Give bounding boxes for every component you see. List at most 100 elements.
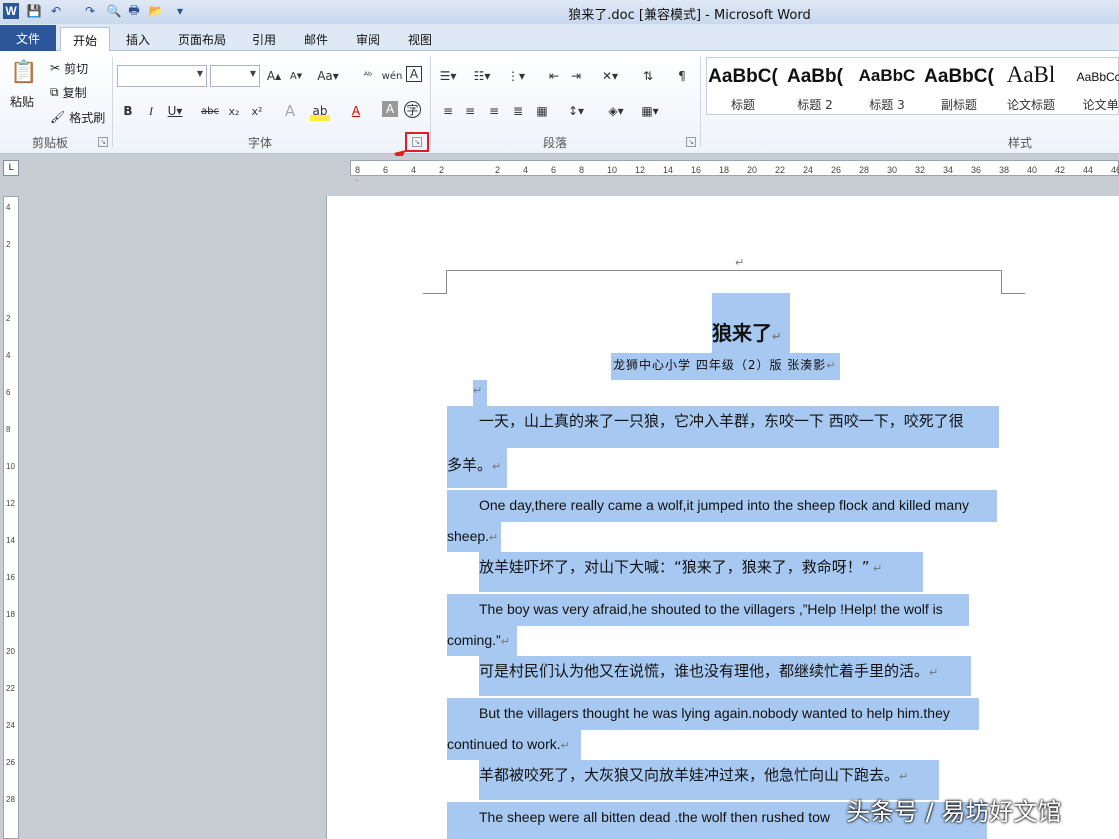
tab-insert[interactable]: 插入: [118, 27, 158, 51]
tab-references[interactable]: 引用: [244, 27, 284, 51]
ruler-tick: 14: [663, 165, 674, 175]
ruler-tick: 46: [1111, 165, 1119, 175]
format-painter-button[interactable]: 🖌 格式刷: [50, 107, 105, 127]
align-left-icon[interactable]: ≡: [438, 101, 458, 121]
paste-button[interactable]: 粘贴: [10, 91, 34, 111]
character-border-icon[interactable]: A: [406, 66, 422, 82]
ruler-tick: 4: [411, 165, 417, 175]
tab-mailings[interactable]: 邮件: [296, 27, 336, 51]
tab-home[interactable]: 开始: [60, 27, 110, 52]
sort-icon[interactable]: ⇅: [638, 66, 658, 86]
font-name-combo[interactable]: ▼: [117, 65, 207, 87]
font-color-icon[interactable]: A: [346, 101, 366, 121]
style-heading-3[interactable]: AaBbC 标题 3: [851, 58, 923, 116]
tab-review[interactable]: 审阅: [348, 27, 388, 51]
ruler-tick: 2: [6, 240, 11, 249]
multilevel-list-icon[interactable]: ⋮▾: [506, 66, 526, 86]
decrease-indent-icon[interactable]: ⇤: [544, 66, 564, 86]
ruler-tick: 20: [747, 165, 758, 175]
style-name: 标题 3: [869, 98, 905, 112]
ruler-tick: 18: [6, 610, 15, 619]
ruler-tick: 22: [6, 684, 15, 693]
style-title[interactable]: AaBbC(标题: [707, 58, 779, 116]
justify-icon[interactable]: ≣: [508, 101, 528, 121]
enclose-character-icon[interactable]: 字: [404, 101, 421, 118]
paragraph-en-2a: The boy was very afraid,he shouted to th…: [447, 594, 969, 626]
grow-font-icon[interactable]: A ▲: [264, 66, 284, 86]
show-marks-icon[interactable]: ¶: [672, 66, 692, 86]
style-subtitle[interactable]: AaBbC( 副标题: [923, 58, 995, 116]
doc-subtitle: 龙狮中心小学 四年级（2）版 张湊影↵: [611, 353, 841, 380]
vertical-ruler[interactable]: 4 2 2 4 6 8 10 12 14 16 18 20 22 24 26 28: [3, 196, 19, 839]
change-case-icon[interactable]: Aa▾: [317, 66, 339, 86]
align-center-icon[interactable]: ≡: [460, 101, 480, 121]
strikethrough-icon[interactable]: abc: [200, 101, 220, 121]
cut-button[interactable]: ✂ 剪切: [50, 58, 88, 78]
scissors-icon: ✂: [50, 61, 61, 75]
style-preview: AaBbC(: [924, 66, 994, 87]
text: 羊都被咬死了，大灰狼又向放羊娃冲过来，他急忙向山下跑去。: [479, 766, 900, 784]
text: But the villagers thought he was lying a…: [479, 705, 950, 721]
phonetic-guide-icon[interactable]: wén: [382, 66, 403, 86]
clipboard-launcher-icon[interactable]: ↘: [98, 137, 108, 147]
watermark: 头条号 / 易坊好文馆: [846, 798, 1062, 826]
ruler-tick: 8: [6, 425, 11, 434]
highlight-icon[interactable]: ab: [310, 101, 330, 121]
tab-page-layout[interactable]: 页面布局: [170, 27, 234, 51]
distributed-icon[interactable]: ▦: [532, 101, 552, 121]
line-spacing-icon[interactable]: ↕▾: [566, 101, 586, 121]
style-thesis-title[interactable]: AaBl 论文标题: [995, 58, 1067, 116]
paragraph-en-2b: coming.”↵: [447, 626, 517, 656]
italic-icon[interactable]: I: [141, 101, 161, 121]
brush-icon: 🖌: [50, 110, 66, 124]
chinese-layout-icon[interactable]: ✕▾: [600, 66, 620, 86]
style-preview: AaBb(: [787, 66, 843, 87]
numbering-icon[interactable]: ☷▾: [472, 66, 492, 86]
style-name: 标题: [730, 98, 755, 112]
ruler-tick: 8: [355, 165, 361, 175]
shrink-font-icon[interactable]: A ▼: [286, 66, 306, 86]
chevron-down-icon: ▼: [249, 69, 256, 78]
document-page[interactable]: ↵ 狼来了↵ 龙狮中心小学 四年级（2）版 张湊影↵ ↵ 一天，山上真的来了一只…: [326, 196, 1119, 839]
ruler-tick: 34: [943, 165, 954, 175]
character-shading-icon[interactable]: A: [382, 101, 398, 117]
borders-icon[interactable]: ▦▾: [640, 101, 660, 121]
copy-icon: ⧉: [50, 84, 59, 99]
tab-view[interactable]: 视图: [400, 27, 440, 51]
ruler-tick: 24: [6, 721, 15, 730]
paragraph-en-3a: But the villagers thought he was lying a…: [447, 698, 979, 730]
style-heading-2[interactable]: AaBb(标题 2: [779, 58, 851, 116]
style-thesis-body[interactable]: AaBbCcD 论文单(: [1067, 58, 1119, 116]
ruler-tick: 14: [6, 536, 15, 545]
ribbon: 📋 粘贴 ✂ 剪切 ⧉ 复制 🖌 格式刷 剪贴板 ↘ ▼ ▼ A ▲ A ▼ Aa▾ ᴬᵇ…: [0, 51, 1119, 154]
ruler-tick: 4: [523, 165, 529, 175]
style-gallery: AaBbC(标题 AaBb(标题 2 AaBbC 标题 3 AaBbC( 副标题 A…: [706, 57, 1119, 115]
paragraph-launcher-icon[interactable]: ↘: [686, 137, 696, 147]
superscript-icon[interactable]: x²: [247, 101, 267, 121]
clipboard-group-label: 剪贴板: [31, 136, 68, 150]
font-size-combo[interactable]: ▼: [210, 65, 260, 87]
clear-format-icon[interactable]: ᴬᵇ: [358, 66, 378, 86]
ruler-tick: 32: [915, 165, 926, 175]
increase-indent-icon[interactable]: ⇥: [566, 66, 586, 86]
bullets-icon[interactable]: ☰▾: [438, 66, 458, 86]
copy-button[interactable]: ⧉ 复制: [50, 82, 87, 102]
paragraph-en-3b: continued to work.↵: [447, 730, 581, 760]
subscript-icon[interactable]: x₂: [224, 101, 244, 121]
shading-icon[interactable]: ◈▾: [606, 101, 626, 121]
ruler-tick: 12: [635, 165, 646, 175]
horizontal-ruler[interactable]: 8 6 4 2 2 4 6 8 10 12 14 16 18 20 22 24 26 28 30 32 34 36 38 40…: [26, 156, 1119, 180]
paragraph-cn-1a: 一天，山上真的来了一只狼，它冲入羊群，东咬一下 西咬一下，咬死了很: [447, 406, 999, 448]
ruler-tick: 2: [439, 165, 445, 175]
ruler-tick: 8: [579, 165, 585, 175]
tab-file[interactable]: 文件: [0, 25, 56, 51]
ruler-tick: 26: [6, 758, 15, 767]
ruler-tick: 6: [6, 388, 11, 397]
tab-selector[interactable]: L: [3, 160, 19, 176]
paste-icon[interactable]: 📋: [10, 57, 38, 87]
text-effects-icon[interactable]: A: [280, 101, 300, 121]
bold-icon[interactable]: B: [118, 101, 138, 121]
align-right-icon[interactable]: ≡: [484, 101, 504, 121]
underline-icon[interactable]: U▾: [165, 101, 185, 121]
style-name: 副标题: [940, 98, 977, 112]
